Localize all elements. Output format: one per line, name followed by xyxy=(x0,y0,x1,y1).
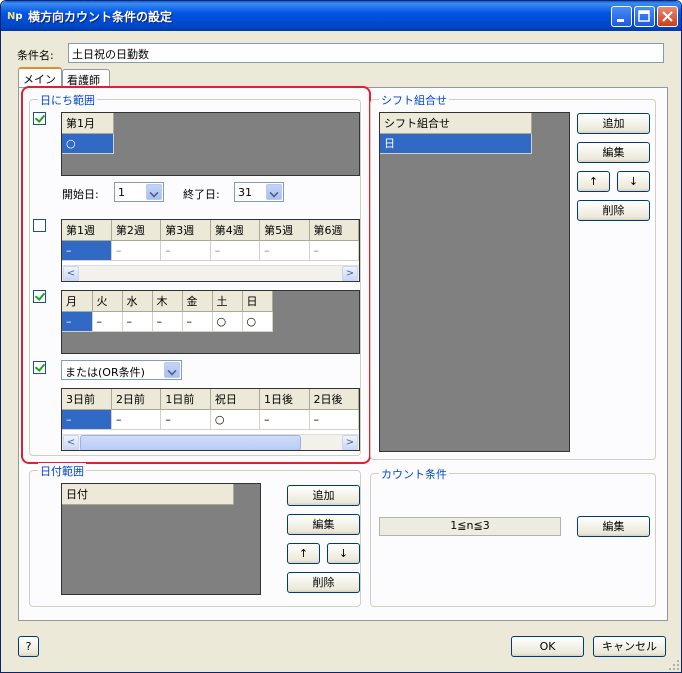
dates-header: 日付 xyxy=(62,484,234,505)
minimize-icon xyxy=(617,19,624,22)
dates-group-title: 日付範囲 xyxy=(38,463,86,479)
dates-delete-button[interactable]: 削除 xyxy=(287,572,360,593)
count-edit-button[interactable]: 編集 xyxy=(577,516,650,537)
condition-name-input[interactable]: 土日祝の日勤数 xyxy=(68,43,664,63)
count-condition-value: 1≦n≦3 xyxy=(379,517,561,536)
highlight-outline xyxy=(21,86,371,464)
shift-edit-button[interactable]: 編集 xyxy=(577,142,650,163)
shift-down-button[interactable]: ↓ xyxy=(617,171,650,192)
dates-down-button[interactable]: ↓ xyxy=(327,543,360,564)
dates-add-button[interactable]: 追加 xyxy=(287,485,360,506)
shift-item[interactable]: 日 xyxy=(380,133,532,154)
dialog-window: Np 横方向カウント条件の設定 条件名: 土日祝の日勤数 メイン 看護師 日にち… xyxy=(0,0,682,673)
shift-up-button[interactable]: ↑ xyxy=(577,171,610,192)
cancel-button[interactable]: キャンセル xyxy=(593,636,666,657)
help-button[interactable]: ? xyxy=(18,636,39,657)
close-icon xyxy=(662,11,673,22)
shift-combination-grid[interactable]: シフト組合せ 日 xyxy=(379,112,570,452)
tab-nurse[interactable]: 看護師 xyxy=(62,69,110,87)
app-icon: Np xyxy=(7,11,23,22)
dates-up-button[interactable]: ↑ xyxy=(287,543,320,564)
window-title: 横方向カウント条件の設定 xyxy=(28,10,173,24)
resize-grip-icon[interactable] xyxy=(669,660,680,671)
tab-main[interactable]: メイン xyxy=(18,67,62,87)
shift-header: シフト組合せ xyxy=(380,113,532,134)
minimize-button[interactable] xyxy=(611,6,632,27)
maximize-icon xyxy=(638,10,650,22)
shift-add-button[interactable]: 追加 xyxy=(577,113,650,134)
maximize-button[interactable] xyxy=(634,6,655,27)
title-bar[interactable]: Np 横方向カウント条件の設定 xyxy=(1,1,681,31)
dates-edit-button[interactable]: 編集 xyxy=(287,514,360,535)
condition-name-label: 条件名: xyxy=(17,49,54,62)
shift-group-title: シフト組合せ xyxy=(379,92,449,108)
close-button[interactable] xyxy=(657,6,678,27)
count-group-title: カウント条件 xyxy=(379,466,449,482)
count-condition-group: カウント条件 xyxy=(370,466,656,607)
ok-button[interactable]: OK xyxy=(511,636,584,657)
dates-grid[interactable]: 日付 xyxy=(61,483,261,595)
shift-delete-button[interactable]: 削除 xyxy=(577,200,650,221)
